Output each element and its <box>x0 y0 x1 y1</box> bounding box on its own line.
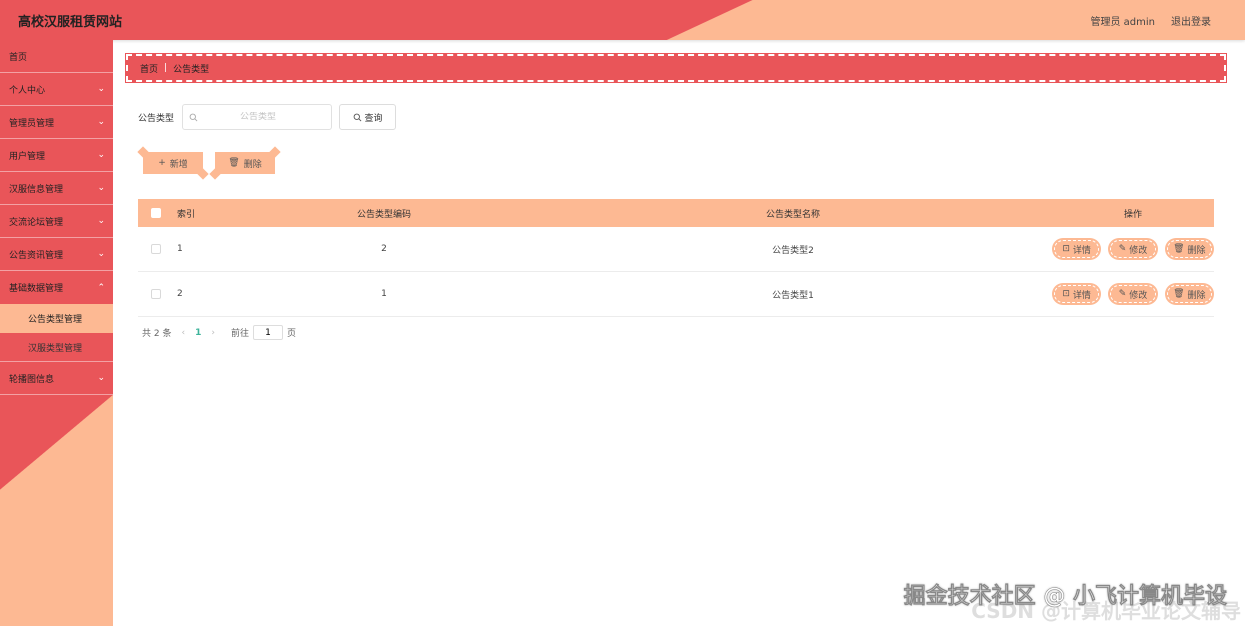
document-icon: ⊡ <box>1062 289 1070 299</box>
breadcrumb-separator: | <box>164 63 168 73</box>
header-index: 索引 <box>177 209 196 220</box>
cell-name: 公告类型2 <box>772 245 814 256</box>
goto-label: 前往 <box>230 329 249 339</box>
header-code: 公告类型编码 <box>356 209 411 220</box>
search-box <box>182 104 333 130</box>
detail-label: 详情 <box>1072 245 1091 256</box>
table-header: 索引 公告类型编码 公告类型名称 操作 <box>138 199 1214 227</box>
detail-button[interactable]: ⊡ 详情 <box>1052 283 1102 305</box>
sidebar-item-label: 用户管理 <box>9 151 46 162</box>
delete-label: 删除 <box>1187 290 1206 301</box>
pencil-icon: ✎ <box>1118 289 1127 299</box>
delete-label: 删除 <box>1187 245 1206 256</box>
edit-button[interactable]: ✎ 修改 <box>1108 283 1158 305</box>
sidebar-subitem-notice-type[interactable]: 公告类型管理 <box>0 304 113 333</box>
prev-page-icon[interactable]: ‹ <box>181 328 185 338</box>
sidebar-item-carousel-info[interactable]: 轮播图信息 ⌄ <box>0 362 113 395</box>
chevron-down-icon: ⌄ <box>97 249 105 259</box>
trash-icon: 🗑 <box>1173 244 1185 254</box>
page-unit-label: 页 <box>286 329 296 339</box>
table-row: 2 1 公告类型1 ⊡ 详情 ✎ 修改 🗑 删除 <box>138 272 1214 317</box>
header-ops: 操作 <box>1123 209 1142 220</box>
trash-icon: 🗑 <box>228 158 240 168</box>
sidebar: 首页 个人中心 ⌄ 管理员管理 ⌄ 用户管理 ⌄ 汉服信息管理 ⌄ 交流论坛管理 ⌄ 公告… <box>0 40 113 626</box>
chevron-down-icon: ⌄ <box>97 117 105 127</box>
chevron-down-icon: ⌄ <box>97 84 105 94</box>
document-icon: ⊡ <box>1062 244 1070 254</box>
current-user-label: 管理员 admin <box>1090 17 1155 28</box>
sidebar-item-news-management[interactable]: 公告资讯管理 ⌄ <box>0 238 113 271</box>
search-row: 公告类型 查询 <box>138 104 397 130</box>
search-icon <box>189 113 198 121</box>
cell-code: 2 <box>381 244 387 254</box>
top-header: 高校汉服租赁网站 管理员 admin 退出登录 <box>0 0 1245 40</box>
search-label: 公告类型 <box>138 113 175 124</box>
sidebar-item-label: 汉服信息管理 <box>9 184 64 195</box>
watermark-juejin: 掘金技术社区 @ 小飞计算机毕设 <box>903 584 1227 610</box>
site-title: 高校汉服租赁网站 <box>18 15 123 30</box>
delete-button[interactable]: 🗑 删除 <box>1164 238 1214 260</box>
sidebar-item-label: 管理员管理 <box>9 118 55 129</box>
header-name: 公告类型名称 <box>765 209 820 220</box>
edit-label: 修改 <box>1129 245 1148 256</box>
add-button-label: 新增 <box>169 159 188 170</box>
plus-icon: + <box>158 158 166 168</box>
row-checkbox[interactable] <box>151 244 161 254</box>
sidebar-item-label: 首页 <box>9 52 28 63</box>
sidebar-item-home[interactable]: 首页 <box>0 40 113 73</box>
chevron-down-icon: ⌄ <box>97 216 105 226</box>
edit-label: 修改 <box>1129 290 1148 301</box>
goto-page: 前往 页 <box>231 325 296 340</box>
search-input[interactable] <box>198 112 319 122</box>
edit-button[interactable]: ✎ 修改 <box>1108 238 1158 260</box>
batch-delete-button[interactable]: 🗑 删除 <box>215 152 275 174</box>
batch-delete-label: 删除 <box>243 159 262 170</box>
sidebar-item-basic-data-management[interactable]: 基础数据管理 ⌃ <box>0 271 113 304</box>
table-row: 1 2 公告类型2 ⊡ 详情 ✎ 修改 🗑 删除 <box>138 227 1214 272</box>
cell-index: 1 <box>177 244 183 254</box>
chevron-down-icon: ⌄ <box>97 150 105 160</box>
next-page-icon[interactable]: › <box>211 328 215 338</box>
query-button-label: 查询 <box>364 113 383 124</box>
total-count: 共 2 条 <box>142 329 172 339</box>
sidebar-item-admin-management[interactable]: 管理员管理 ⌄ <box>0 106 113 139</box>
sidebar-item-label: 基础数据管理 <box>9 284 64 294</box>
breadcrumb-current: 公告类型 <box>173 64 210 75</box>
trash-icon: 🗑 <box>1173 289 1185 299</box>
search-icon <box>353 113 361 121</box>
goto-page-input[interactable] <box>252 325 283 340</box>
row-checkbox[interactable] <box>151 289 161 299</box>
breadcrumb: 首页 | 公告类型 <box>125 53 1227 83</box>
sidebar-item-label: 个人中心 <box>9 85 46 96</box>
sidebar-subitem-hanfu-type[interactable]: 汉服类型管理 <box>0 333 113 362</box>
user-area: 管理员 admin 退出登录 <box>1090 13 1211 28</box>
cell-index: 2 <box>177 289 183 299</box>
detail-label: 详情 <box>1072 290 1091 301</box>
delete-button[interactable]: 🗑 删除 <box>1164 283 1214 305</box>
chevron-down-icon: ⌄ <box>97 373 105 383</box>
sidebar-item-user-management[interactable]: 用户管理 ⌄ <box>0 139 113 172</box>
pencil-icon: ✎ <box>1118 244 1127 254</box>
action-row: + 新增 🗑 删除 <box>143 152 275 174</box>
sidebar-item-hanfu-management[interactable]: 汉服信息管理 ⌄ <box>0 172 113 205</box>
chevron-down-icon: ⌄ <box>97 183 105 193</box>
main-content: 首页 | 公告类型 公告类型 查询 + 新增 🗑 删除 索引 公告类型编码 公告… <box>113 40 1245 626</box>
query-button[interactable]: 查询 <box>339 104 397 130</box>
logout-button[interactable]: 退出登录 <box>1171 13 1211 28</box>
sidebar-item-personal-center[interactable]: 个人中心 ⌄ <box>0 73 113 106</box>
sidebar-item-label: 交流论坛管理 <box>9 217 64 228</box>
pagination: 共 2 条 ‹ 1 › 前往 页 <box>142 325 296 340</box>
select-all-checkbox[interactable] <box>151 208 161 218</box>
chevron-up-icon: ⌃ <box>97 282 105 293</box>
notice-type-table: 索引 公告类型编码 公告类型名称 操作 1 2 公告类型2 ⊡ 详情 ✎ 修改 🗑 删… <box>138 199 1214 317</box>
add-button[interactable]: + 新增 <box>143 152 203 174</box>
cell-name: 公告类型1 <box>772 290 814 301</box>
detail-button[interactable]: ⊡ 详情 <box>1052 238 1102 260</box>
sidebar-item-label: 公告资讯管理 <box>9 250 64 261</box>
cell-code: 1 <box>381 289 387 299</box>
current-page-number[interactable]: 1 <box>195 328 201 338</box>
breadcrumb-home[interactable]: 首页 <box>140 62 158 75</box>
sidebar-item-label: 轮播图信息 <box>9 374 55 385</box>
sidebar-item-forum-management[interactable]: 交流论坛管理 ⌄ <box>0 205 113 238</box>
